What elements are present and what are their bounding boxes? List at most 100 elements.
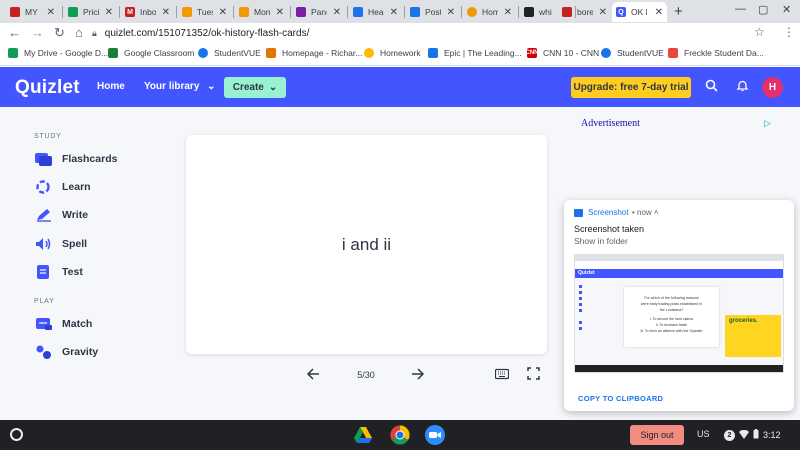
- tab-inbox[interactable]: M Inbox ✕: [121, 2, 174, 22]
- thumbnail-text: iii. To form an alliance with the Spanis…: [640, 329, 703, 333]
- close-tab-icon[interactable]: ✕: [219, 7, 227, 18]
- bookmark-homepage[interactable]: Homepage - Richar...: [266, 48, 362, 58]
- chrome-menu-icon[interactable]: ⋮: [783, 25, 795, 39]
- bookmark-epic[interactable]: Epic | The Leading...: [428, 48, 522, 58]
- tab-pricing[interactable]: Prici ✕: [64, 2, 117, 22]
- mode-learn[interactable]: Learn: [35, 180, 91, 194]
- search-icon[interactable]: [705, 79, 718, 95]
- bookmark-star-icon[interactable]: ☆: [754, 25, 765, 39]
- mode-flashcards[interactable]: Flashcards: [35, 152, 117, 166]
- close-tab-icon[interactable]: ✕: [447, 7, 455, 18]
- google-drive-icon[interactable]: [353, 425, 373, 445]
- copy-to-clipboard-button[interactable]: COPY TO CLIPBOARD: [578, 394, 663, 403]
- advertisement-image[interactable]: Advertisement: [581, 118, 640, 129]
- bookmark-homework[interactable]: Homework: [364, 48, 421, 58]
- tab-health[interactable]: Heal ✕: [349, 2, 402, 22]
- tab-tuesday[interactable]: Tues ✕: [178, 2, 231, 22]
- bookmark-google-classroom[interactable]: Google Classroom: [108, 48, 194, 58]
- bell-icon[interactable]: [736, 79, 749, 95]
- keyboard-shortcuts-icon[interactable]: [494, 367, 510, 383]
- chevron-down-icon: ⌄: [268, 82, 278, 93]
- maximize-icon[interactable]: ▢: [758, 3, 768, 16]
- bookmark-studentvue-2[interactable]: StudentVUE: [601, 48, 664, 58]
- tab-my[interactable]: MY ✕: [6, 2, 59, 22]
- bookmark-my-drive[interactable]: My Drive - Google D...: [8, 48, 108, 58]
- notification-show-in-folder[interactable]: Show in folder: [574, 236, 628, 246]
- launcher-icon[interactable]: [10, 428, 23, 441]
- next-card-arrow-icon[interactable]: [411, 367, 425, 384]
- thumbnail-text: ii. To increase trade: [655, 323, 688, 327]
- mode-gravity[interactable]: Gravity: [35, 345, 98, 359]
- tab-ok-history[interactable]: Q OK H ✕: [612, 2, 667, 22]
- mode-test[interactable]: Test: [35, 265, 83, 279]
- close-tab-icon[interactable]: ✕: [333, 7, 341, 18]
- mode-match[interactable]: Match: [35, 317, 92, 331]
- reload-icon[interactable]: ↻: [54, 25, 65, 41]
- create-label: Create: [232, 82, 264, 93]
- close-tab-icon[interactable]: ✕: [504, 7, 512, 18]
- notification-title: Screenshot taken: [574, 224, 645, 234]
- screenshot-thumbnail[interactable]: Quizlet For which of the following reaso…: [574, 254, 784, 373]
- mode-write[interactable]: Write: [35, 208, 88, 222]
- omnibox[interactable]: 🔒︎ quizlet.com/151071352/ok-history-flas…: [92, 25, 772, 41]
- tab-favicon-icon: [239, 7, 249, 17]
- zoom-icon[interactable]: [425, 425, 445, 445]
- fullscreen-icon[interactable]: [527, 367, 540, 383]
- learn-icon: [35, 180, 53, 194]
- epic-icon: [428, 48, 438, 58]
- upgrade-button[interactable]: Upgrade: free 7-day trial: [571, 77, 691, 98]
- tab-monday[interactable]: Mon ✕: [235, 2, 288, 22]
- nav-home[interactable]: Home: [97, 81, 125, 92]
- speaker-icon: [35, 237, 53, 251]
- input-method-indicator[interactable]: US: [697, 429, 710, 439]
- chevron-down-icon: ⌄: [207, 81, 216, 92]
- close-tab-icon[interactable]: ✕: [655, 7, 663, 18]
- wifi-icon: [739, 429, 749, 441]
- close-tab-icon[interactable]: ✕: [276, 7, 284, 18]
- flashcard[interactable]: i and ii: [186, 135, 547, 354]
- tab-bored[interactable]: bore ✕: [558, 2, 611, 22]
- tab-pane[interactable]: Pane ✕: [292, 2, 345, 22]
- gmail-icon: M: [125, 7, 135, 17]
- adchoices-icon[interactable]: ▷: [764, 118, 771, 129]
- close-tab-icon[interactable]: ✕: [390, 7, 398, 18]
- close-tab-icon[interactable]: ✕: [105, 7, 113, 18]
- back-arrow-icon[interactable]: ←: [8, 25, 21, 40]
- close-tab-icon[interactable]: ✕: [47, 7, 55, 18]
- create-button[interactable]: Create ⌄: [224, 77, 286, 98]
- tab-post[interactable]: Post ✕: [406, 2, 459, 22]
- home-icon[interactable]: ⌂: [75, 25, 83, 40]
- avatar[interactable]: H: [762, 77, 783, 98]
- sign-out-button[interactable]: Sign out: [630, 425, 684, 445]
- bookmark-studentvue[interactable]: StudentVUE: [198, 48, 261, 58]
- forward-arrow-icon[interactable]: →: [31, 25, 44, 40]
- status-tray[interactable]: 2 3:12: [724, 426, 781, 444]
- lightbulb-icon: [364, 48, 374, 58]
- test-doc-icon: [35, 265, 53, 279]
- mode-label: Gravity: [62, 346, 99, 358]
- nav-your-library[interactable]: Your library ⌄: [144, 81, 216, 92]
- quizlet-logo[interactable]: Quizlet: [15, 77, 80, 99]
- tab-home[interactable]: Hom ✕: [463, 2, 516, 22]
- chrome-icon[interactable]: [390, 425, 410, 445]
- new-tab-plus-icon[interactable]: +: [674, 3, 683, 20]
- tab-favicon-icon: [467, 7, 477, 17]
- card-counter: 5/30: [357, 370, 375, 380]
- mode-spell[interactable]: Spell: [35, 237, 87, 251]
- thumbnail-text: the Louisiana?: [659, 308, 684, 312]
- tab-favicon-icon: [524, 7, 534, 17]
- mode-label: Write: [62, 209, 89, 221]
- close-tab-icon[interactable]: ✕: [599, 7, 607, 18]
- battery-icon: [753, 429, 759, 441]
- bookmark-cnn10[interactable]: CNN CNN 10 - CNN: [526, 48, 599, 58]
- screenshot-notification[interactable]: Screenshot • now ˄ Screenshot taken Show…: [564, 200, 794, 411]
- close-window-icon[interactable]: ✕: [782, 3, 791, 16]
- previous-card-arrow-icon[interactable]: [306, 367, 320, 384]
- drive-icon: [8, 48, 18, 58]
- bookmark-label: StudentVUE: [214, 48, 261, 58]
- tab-label: Prici: [83, 7, 99, 17]
- close-tab-icon[interactable]: ✕: [162, 7, 170, 18]
- minimize-icon[interactable]: —: [735, 3, 746, 15]
- bookmark-freckle[interactable]: Freckle Student Da...: [668, 48, 764, 58]
- bookmark-label: StudentVUE: [617, 48, 664, 58]
